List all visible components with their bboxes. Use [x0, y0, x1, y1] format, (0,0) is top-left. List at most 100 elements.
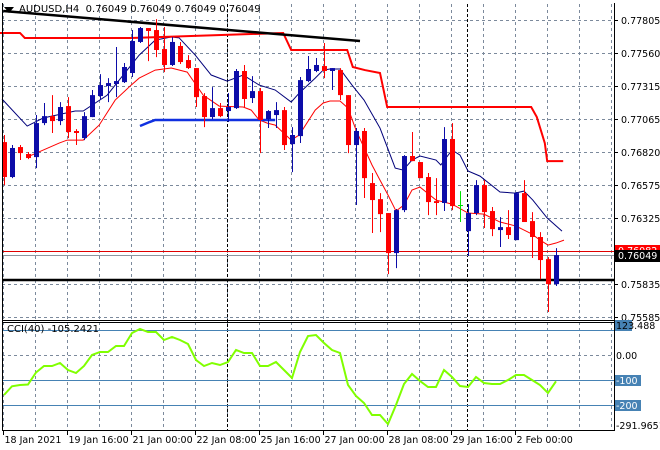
- cci-line: [3, 327, 557, 426]
- bear-candle-body: [186, 60, 191, 69]
- price-axis-label: 0.77805: [621, 16, 660, 27]
- bull-candle-body: [58, 107, 63, 122]
- bear-candle-body: [218, 108, 223, 117]
- bear-candle-body: [346, 95, 351, 146]
- bull-candle-body: [10, 147, 15, 178]
- time-axis-label: 29 Jan 16:00: [453, 435, 513, 446]
- time-axis-label: 22 Jan 08:00: [197, 435, 257, 446]
- bear-candle-body: [418, 162, 423, 179]
- bear-candle-body: [522, 193, 527, 223]
- overlay-lines: [0, 9, 614, 282]
- bull-candle-body: [314, 64, 319, 72]
- bull-candle-body: [266, 111, 271, 120]
- bear-candle-body: [154, 30, 159, 50]
- time-axis-label: 25 Jan 16:00: [261, 435, 321, 446]
- bear-candle-body: [202, 96, 207, 118]
- bear-candle-body: [162, 49, 167, 65]
- time-axis-label: 2 Feb 00:00: [517, 435, 573, 446]
- bull-candle-body: [554, 255, 559, 285]
- bear-candle-body: [178, 45, 183, 63]
- bull-candle-body: [306, 69, 311, 82]
- cci-panel: [2, 327, 614, 426]
- bull-candle-body: [442, 139, 447, 204]
- time-axis-label: 21 Jan 00:00: [133, 435, 193, 446]
- bear-candle-body: [490, 211, 495, 230]
- bull-candle-body: [138, 28, 143, 42]
- cci-axis-label: 0.00: [616, 351, 637, 362]
- bear-candle-body: [282, 110, 287, 146]
- bull-candle-body: [234, 71, 239, 109]
- bear-candle-body: [450, 139, 455, 207]
- symbol-timeframe: AUDUSD,H4: [19, 4, 80, 15]
- time-axis-label: 27 Jan 00:00: [325, 435, 385, 446]
- bear-candle-body: [242, 71, 247, 99]
- bear-candle-body: [530, 221, 535, 238]
- chart-menu-triangle-icon[interactable]: [4, 7, 14, 13]
- bull-candle-body: [170, 41, 175, 65]
- bear-candle-body: [338, 70, 343, 96]
- bull-candle-body: [466, 213, 471, 232]
- bear-candle-body: [18, 147, 23, 154]
- cci-axis-label: -100: [616, 376, 638, 387]
- bull-candle-body: [474, 185, 479, 214]
- price-axis-label: 0.77560: [621, 49, 660, 60]
- bull-candle-body: [354, 130, 359, 146]
- price-axis-label: 0.77315: [621, 82, 660, 93]
- bull-candle-body: [394, 210, 399, 254]
- candles: [2, 19, 559, 312]
- bear-candle-body: [258, 91, 263, 121]
- bear-candle-body: [362, 130, 367, 179]
- bull-candle-body: [130, 41, 135, 74]
- bear-candle-body: [386, 213, 391, 254]
- bull-candle-body: [290, 135, 295, 145]
- bull-candle-body: [402, 156, 407, 211]
- bear-candle-body: [378, 199, 383, 215]
- bull-candle-body: [250, 91, 255, 99]
- bull-candle-body: [42, 116, 47, 124]
- ohlc-values: 0.76049 0.76049 0.76049 0.76049: [85, 4, 261, 15]
- price-axis-label: 0.75835: [621, 280, 660, 291]
- bull-candle-body: [498, 227, 503, 231]
- doji-candle-body: [458, 205, 463, 207]
- price-axis-label: 0.76325: [621, 214, 660, 225]
- bear-candle-body: [146, 28, 151, 31]
- resistance-step-line: [0, 31, 564, 163]
- time-axis-label: 19 Jan 16:00: [69, 435, 129, 446]
- bear-candle-body: [322, 66, 327, 72]
- price-axis-label: 0.76820: [621, 148, 660, 159]
- bull-candle-body: [226, 107, 231, 112]
- cci-indicator-label: CCI(40) -105.2421: [7, 324, 99, 335]
- bull-candle-body: [114, 81, 119, 84]
- cci-axis-label: -291.9651: [616, 421, 660, 432]
- bear-candle-body: [370, 183, 375, 201]
- price-axis-label: 0.76575: [621, 181, 660, 192]
- bear-candle-body: [194, 68, 199, 98]
- bear-candle-body: [410, 156, 415, 162]
- bear-candle-body: [26, 154, 31, 159]
- bear-candle-body: [66, 106, 71, 133]
- bear-candle-body: [434, 201, 439, 204]
- bear-candle-body: [426, 177, 431, 203]
- bull-candle-body: [90, 95, 95, 118]
- bear-candle-body: [50, 116, 55, 122]
- bull-candle-body: [298, 80, 303, 137]
- chart-canvas: 0.77805 0.77560 0.77315 0.77065 0.76820 0.765…: [0, 3, 660, 446]
- bull-candle-body: [514, 193, 519, 241]
- bull-candle-body: [210, 108, 215, 118]
- bull-candle-body: [34, 123, 39, 158]
- cci-axis-label: 123.488: [616, 321, 655, 332]
- bear-candle-body: [546, 259, 551, 285]
- bull-candle-body: [330, 68, 335, 72]
- time-axis-label: 18 Jan 2021: [5, 435, 62, 446]
- current-price-label: 0.76049: [618, 251, 657, 262]
- time-axis-label: 28 Jan 08:00: [389, 435, 449, 446]
- cci-axis-label: -200: [616, 401, 638, 412]
- bear-candle-body: [538, 237, 543, 261]
- bull-candle-body: [98, 85, 103, 97]
- bear-candle-body: [482, 185, 487, 213]
- bull-candle-body: [274, 110, 279, 116]
- bull-candle-body: [106, 83, 111, 87]
- bull-candle-body: [122, 66, 127, 83]
- short-support-line: [139, 118, 276, 128]
- price-axis-label: 0.77065: [621, 115, 660, 126]
